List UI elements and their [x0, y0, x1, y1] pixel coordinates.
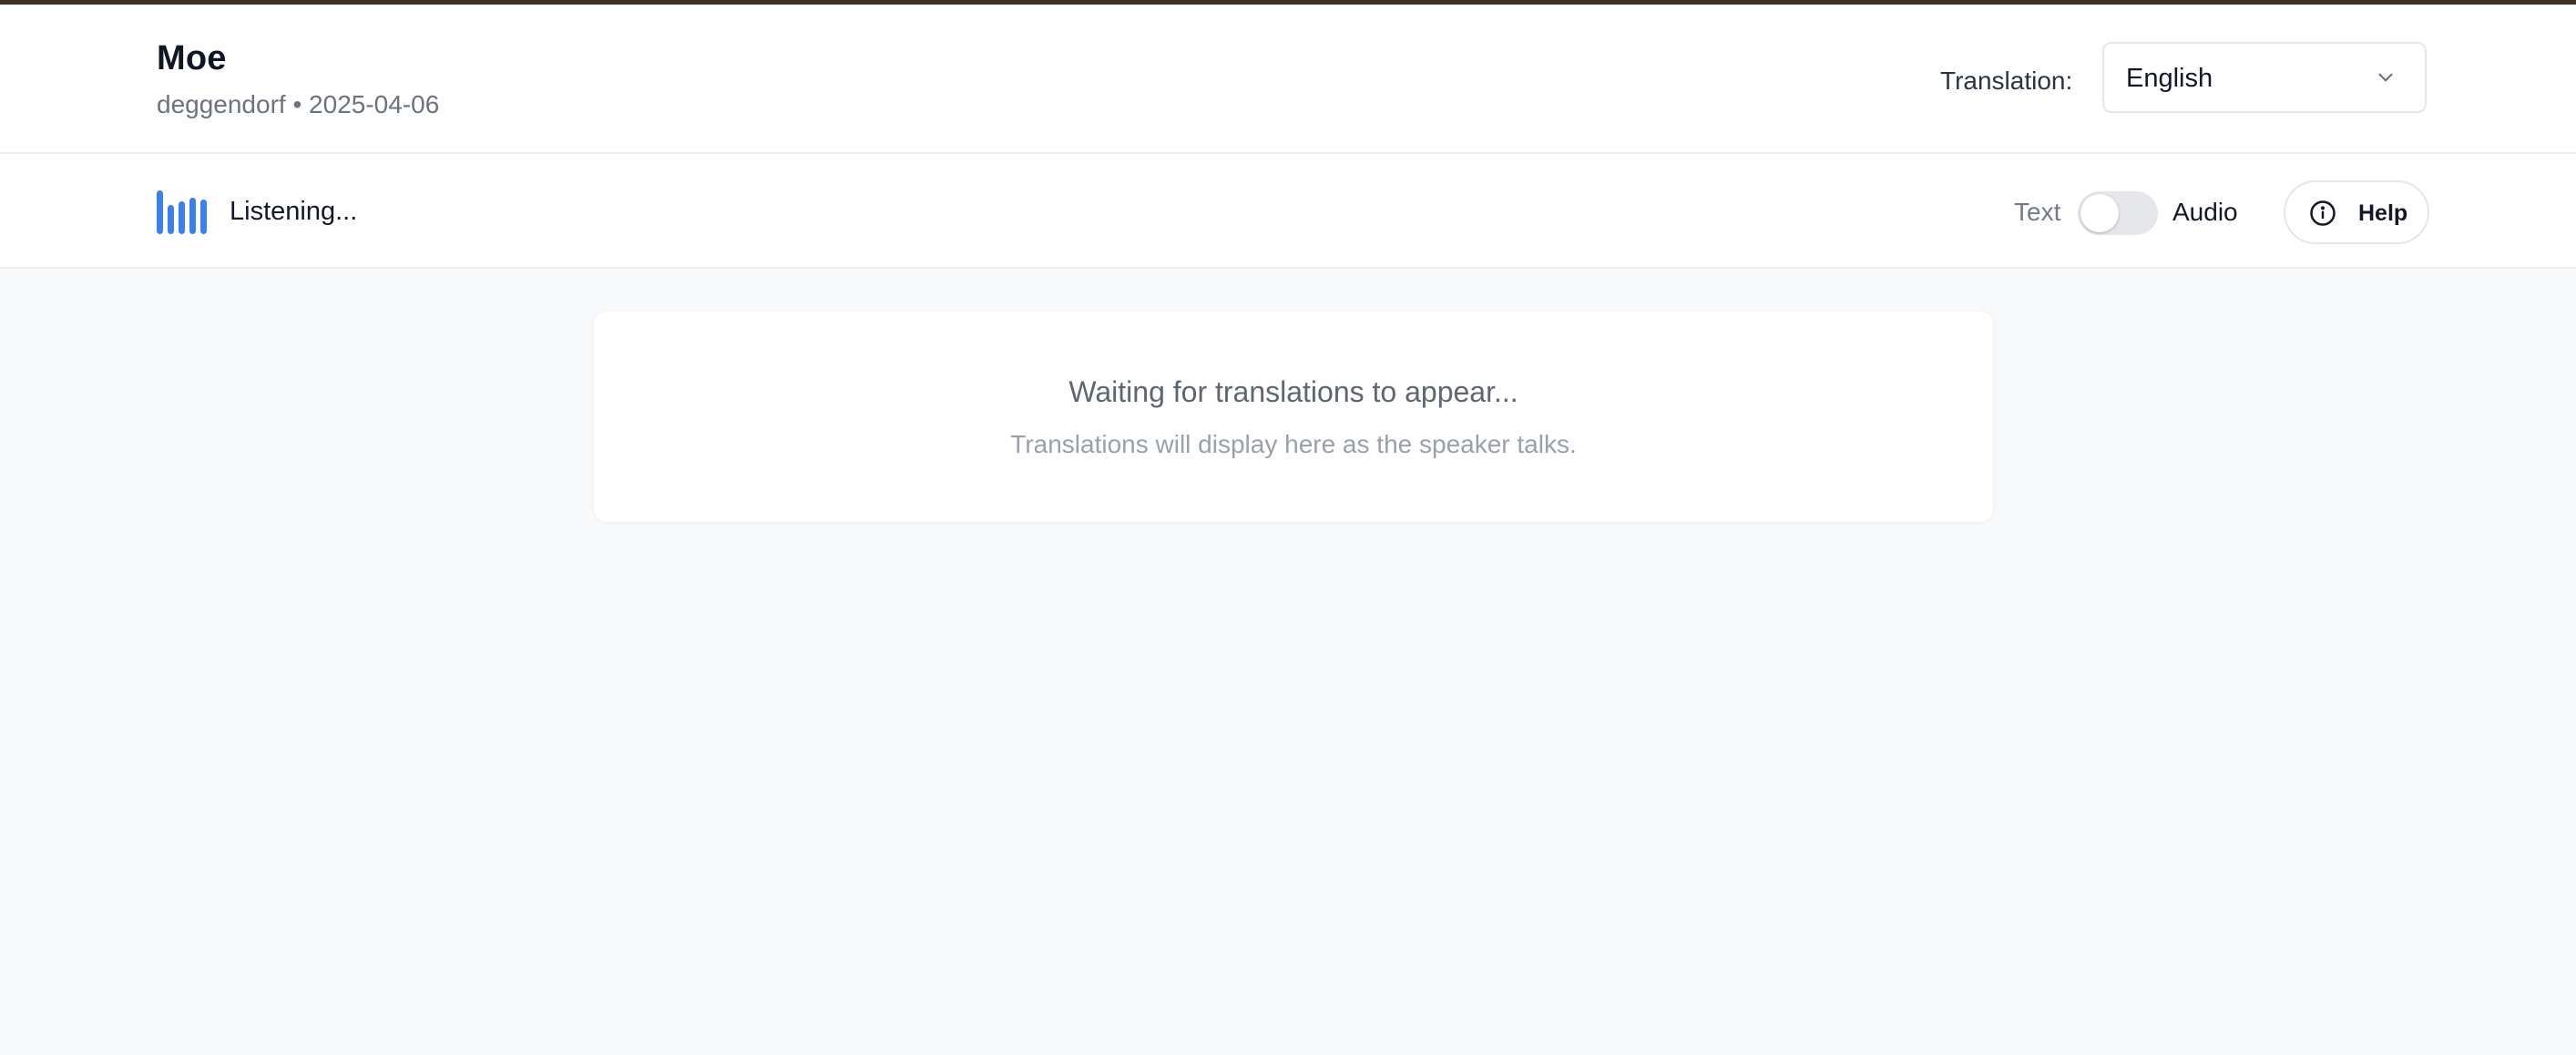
text-audio-toggle[interactable] — [2078, 191, 2158, 235]
toggle-knob — [2080, 194, 2119, 232]
session-meta: deggendorf • 2025-04-06 — [157, 90, 440, 118]
mode-text-label: Text — [2014, 198, 2061, 226]
audio-wave-icon — [157, 190, 210, 236]
chevron-down-icon — [2378, 73, 2393, 82]
waiting-subtitle: Translations will display here as the sp… — [1010, 430, 1577, 458]
help-button[interactable]: Help — [2284, 180, 2429, 244]
mode-audio-label: Audio — [2172, 198, 2238, 226]
translation-label: Translation: — [1940, 67, 2073, 95]
language-select[interactable]: English — [2102, 42, 2427, 113]
translations-panel: Waiting for translations to appear... Tr… — [594, 312, 1993, 522]
listening-status: Listening... — [230, 197, 358, 226]
waiting-title: Waiting for translations to appear... — [1068, 375, 1518, 408]
session-title: Moe — [157, 39, 227, 77]
status-bar: Listening... Text Audio Help — [0, 154, 2576, 269]
help-label: Help — [2358, 200, 2408, 226]
info-icon — [2310, 200, 2336, 226]
language-select-value: English — [2126, 64, 2213, 93]
page-header: Moe deggendorf • 2025-04-06 Translation:… — [0, 5, 2576, 154]
